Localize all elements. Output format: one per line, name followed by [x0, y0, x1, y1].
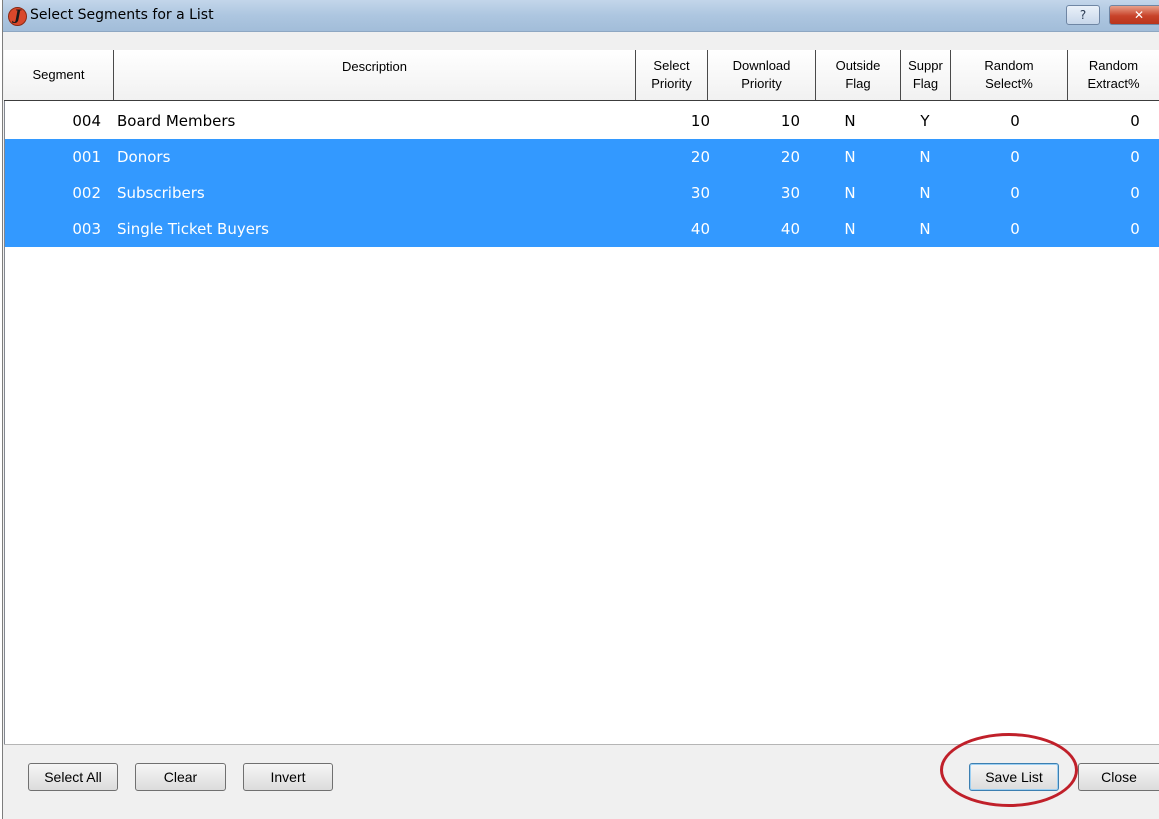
window-title: Select Segments for a List	[30, 7, 214, 23]
suppr-flag: Y	[920, 112, 930, 130]
random-extract-percent: 0	[1130, 148, 1140, 166]
column-header-suppr-flag[interactable]: Suppr Flag	[901, 50, 951, 100]
column-header-label: Flag	[845, 76, 871, 91]
column-header-label: Random	[984, 58, 1034, 73]
suppr-flag: N	[919, 148, 931, 166]
column-header-label: Segment	[32, 67, 85, 82]
column-header-select-priority[interactable]: Select Priority	[636, 50, 708, 100]
table-row[interactable]: 004 Board Members 10 10 N Y 0 0	[5, 103, 1159, 139]
column-header-label: Suppr	[908, 58, 943, 73]
column-header-label: Extract%	[1087, 76, 1140, 91]
suppr-flag: N	[919, 220, 931, 238]
column-header-label: Flag	[912, 76, 939, 91]
random-select-percent: 0	[1010, 148, 1020, 166]
segment-code: 002	[72, 184, 101, 202]
segment-code: 001	[72, 148, 101, 166]
outside-flag: N	[844, 220, 856, 238]
segment-description: Single Ticket Buyers	[117, 220, 269, 238]
column-header-label: Select	[653, 58, 690, 73]
column-header-label: Outside	[835, 58, 881, 73]
table-row[interactable]: 002 Subscribers 30 30 N N 0 0	[5, 175, 1159, 211]
column-header-random-extract[interactable]: Random Extract%	[1068, 50, 1159, 100]
download-priority: 30	[780, 184, 800, 202]
help-button[interactable]: ?	[1066, 5, 1100, 25]
random-select-percent: 0	[1010, 220, 1020, 238]
segment-code: 004	[72, 112, 101, 130]
column-header-label: Download	[732, 58, 791, 73]
column-header-label: Description	[341, 59, 408, 74]
segment-code: 003	[72, 220, 101, 238]
column-header-download-priority[interactable]: Download Priority	[708, 50, 816, 100]
app-logo-icon: J	[8, 7, 27, 26]
column-header-random-select[interactable]: Random Select%	[951, 50, 1068, 100]
clear-button[interactable]: Clear	[135, 763, 226, 791]
download-priority: 40	[780, 220, 800, 238]
save-list-button[interactable]: Save List	[969, 763, 1059, 791]
column-header-label: Random	[1088, 58, 1139, 73]
segment-description: Board Members	[117, 112, 236, 130]
column-header-segment[interactable]: Segment	[4, 50, 114, 100]
select-all-button[interactable]: Select All	[28, 763, 118, 791]
random-extract-percent: 0	[1130, 184, 1140, 202]
random-extract-percent: 0	[1130, 112, 1140, 130]
grid-header: Segment Description Select Priority Downl…	[4, 50, 1159, 101]
close-button[interactable]: Close	[1078, 763, 1159, 791]
download-priority: 20	[780, 148, 800, 166]
column-header-label: Select%	[985, 76, 1033, 91]
window-close-button[interactable]: ✕	[1109, 5, 1159, 25]
select-priority: 30	[690, 184, 710, 202]
column-header-description[interactable]: Description	[114, 50, 636, 100]
table-row[interactable]: 001 Donors 20 20 N N 0 0	[5, 139, 1159, 175]
random-select-percent: 0	[1010, 112, 1020, 130]
download-priority: 10	[780, 112, 800, 130]
random-select-percent: 0	[1010, 184, 1020, 202]
outside-flag: N	[844, 112, 856, 130]
select-priority: 20	[690, 148, 710, 166]
invert-button[interactable]: Invert	[243, 763, 333, 791]
table-row[interactable]: 003 Single Ticket Buyers 40 40 N N 0 0	[5, 211, 1159, 247]
column-header-label: Priority	[741, 76, 782, 91]
column-header-outside-flag[interactable]: Outside Flag	[816, 50, 901, 100]
select-priority: 10	[690, 112, 710, 130]
segment-description: Donors	[117, 148, 171, 166]
random-extract-percent: 0	[1130, 220, 1140, 238]
suppr-flag: N	[919, 184, 931, 202]
segment-description: Subscribers	[117, 184, 205, 202]
outside-flag: N	[844, 184, 856, 202]
outside-flag: N	[844, 148, 856, 166]
column-header-label: Priority	[651, 76, 692, 91]
title-bar[interactable]: J Select Segments for a List ? ✕	[3, 0, 1159, 32]
select-priority: 40	[690, 220, 710, 238]
